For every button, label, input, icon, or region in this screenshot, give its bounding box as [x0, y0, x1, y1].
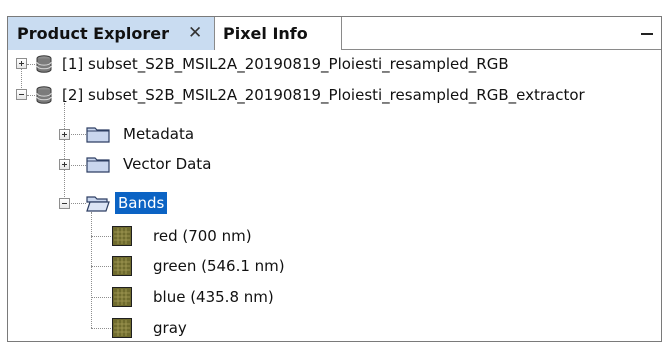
tree-node-band-green[interactable]: green (546.1 nm): [8, 251, 661, 281]
tab-product-explorer-label: Product Explorer: [17, 24, 169, 43]
tree-node-band-gray[interactable]: gray: [8, 313, 661, 343]
product-2-label: [2] subset_S2B_MSIL2A_20190819_Ploiesti_…: [62, 86, 585, 104]
band-icon: [112, 318, 132, 338]
folder-icon: [86, 127, 110, 143]
product-tree: [1] subset_S2B_MSIL2A_20190819_Ploiesti_…: [8, 50, 661, 341]
tree-node-band-red[interactable]: red (700 nm): [8, 221, 661, 251]
product-icon: [36, 86, 52, 104]
band-icon: [112, 287, 132, 307]
band-icon: [112, 226, 132, 246]
vector-data-label: Vector Data: [123, 155, 212, 173]
minimize-icon[interactable]: [641, 33, 653, 35]
tree-node-metadata[interactable]: Metadata: [8, 119, 661, 149]
product-explorer-window: Product Explorer ✕ Pixel Info [1] subset…: [7, 16, 662, 342]
product-icon: [36, 55, 52, 73]
folder-icon: [86, 157, 110, 173]
collapse-icon[interactable]: [59, 198, 70, 209]
tab-bar: Product Explorer ✕ Pixel Info: [8, 17, 661, 50]
expand-icon[interactable]: [16, 58, 27, 69]
collapse-icon[interactable]: [16, 89, 27, 100]
bands-label: Bands: [115, 192, 168, 214]
band-gray-label: gray: [153, 319, 187, 337]
expand-icon[interactable]: [59, 159, 70, 170]
tree-node-vector-data[interactable]: Vector Data: [8, 149, 661, 179]
band-green-label: green (546.1 nm): [153, 257, 285, 275]
close-icon[interactable]: ✕: [188, 17, 202, 50]
tree-node-bands[interactable]: Bands: [8, 188, 661, 218]
expand-icon[interactable]: [59, 129, 70, 140]
tab-product-explorer[interactable]: Product Explorer ✕: [8, 17, 215, 50]
tree-node-product-2[interactable]: [2] subset_S2B_MSIL2A_20190819_Ploiesti_…: [8, 80, 661, 110]
tree-node-band-blue[interactable]: blue (435.8 nm): [8, 282, 661, 312]
open-folder-icon: [86, 196, 110, 212]
tree-node-product-1[interactable]: [1] subset_S2B_MSIL2A_20190819_Ploiesti_…: [8, 49, 661, 79]
product-1-label: [1] subset_S2B_MSIL2A_20190819_Ploiesti_…: [62, 55, 509, 73]
tab-pixel-info[interactable]: Pixel Info: [215, 17, 342, 50]
band-icon: [112, 256, 132, 276]
tab-pixel-info-label: Pixel Info: [223, 24, 308, 43]
band-red-label: red (700 nm): [153, 227, 252, 245]
band-blue-label: blue (435.8 nm): [153, 288, 274, 306]
metadata-label: Metadata: [123, 125, 195, 143]
